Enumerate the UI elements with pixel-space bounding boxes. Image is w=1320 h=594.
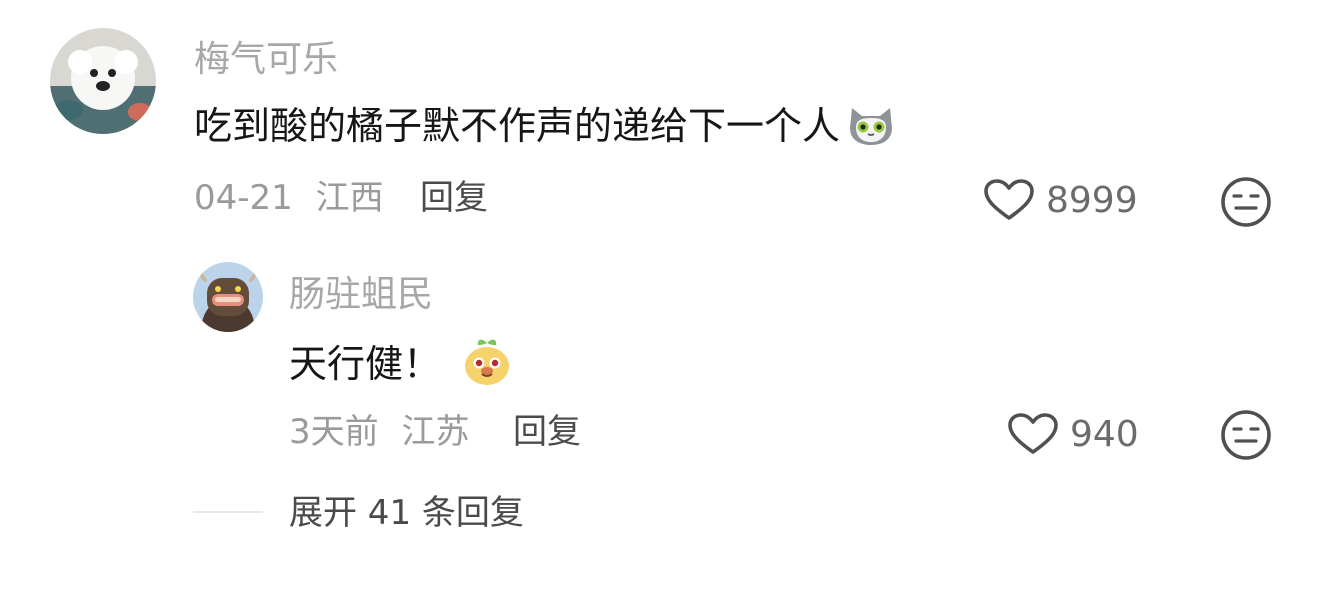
comment-like-count: 8999	[1046, 180, 1138, 221]
neutral-face-icon[interactable]	[1219, 175, 1273, 229]
heart-icon	[1006, 412, 1060, 460]
neutral-face-icon[interactable]	[1219, 408, 1273, 462]
reply-meta: 3天前 江苏	[289, 415, 469, 449]
comment-like-button[interactable]: 8999	[982, 170, 1142, 226]
heart-icon	[982, 178, 1036, 226]
comment-date: 04-21	[194, 178, 293, 218]
smiling-sprout-emoji-icon	[461, 335, 513, 393]
replier-username[interactable]: 肠驻蛆民	[289, 277, 433, 313]
commenter-avatar[interactable]	[50, 28, 156, 134]
comment-text-row: 吃到酸的橘子默不作声的递给下一个人	[194, 104, 896, 148]
reply-location: 江苏	[401, 412, 470, 452]
reply-text: 天行健！	[289, 342, 442, 386]
expand-divider	[193, 511, 263, 513]
cat-face-emoji-icon	[846, 100, 896, 152]
expand-replies-button[interactable]: 展开 41 条回复	[289, 496, 524, 530]
comment-text: 吃到酸的橘子默不作声的递给下一个人	[194, 104, 841, 148]
comment-meta: 04-21 江西	[194, 181, 384, 215]
commenter-username[interactable]: 梅气可乐	[194, 42, 338, 78]
comment-reply-button[interactable]: 回复	[420, 181, 488, 215]
comment-location: 江西	[315, 178, 384, 218]
reply-date: 3天前	[289, 412, 379, 452]
reply-like-button[interactable]: 940	[1006, 404, 1146, 460]
reply-text-row: 天行健！	[289, 339, 513, 389]
replier-avatar[interactable]	[193, 262, 263, 332]
reply-reply-button[interactable]: 回复	[513, 415, 581, 449]
reply-like-count: 940	[1070, 414, 1139, 455]
